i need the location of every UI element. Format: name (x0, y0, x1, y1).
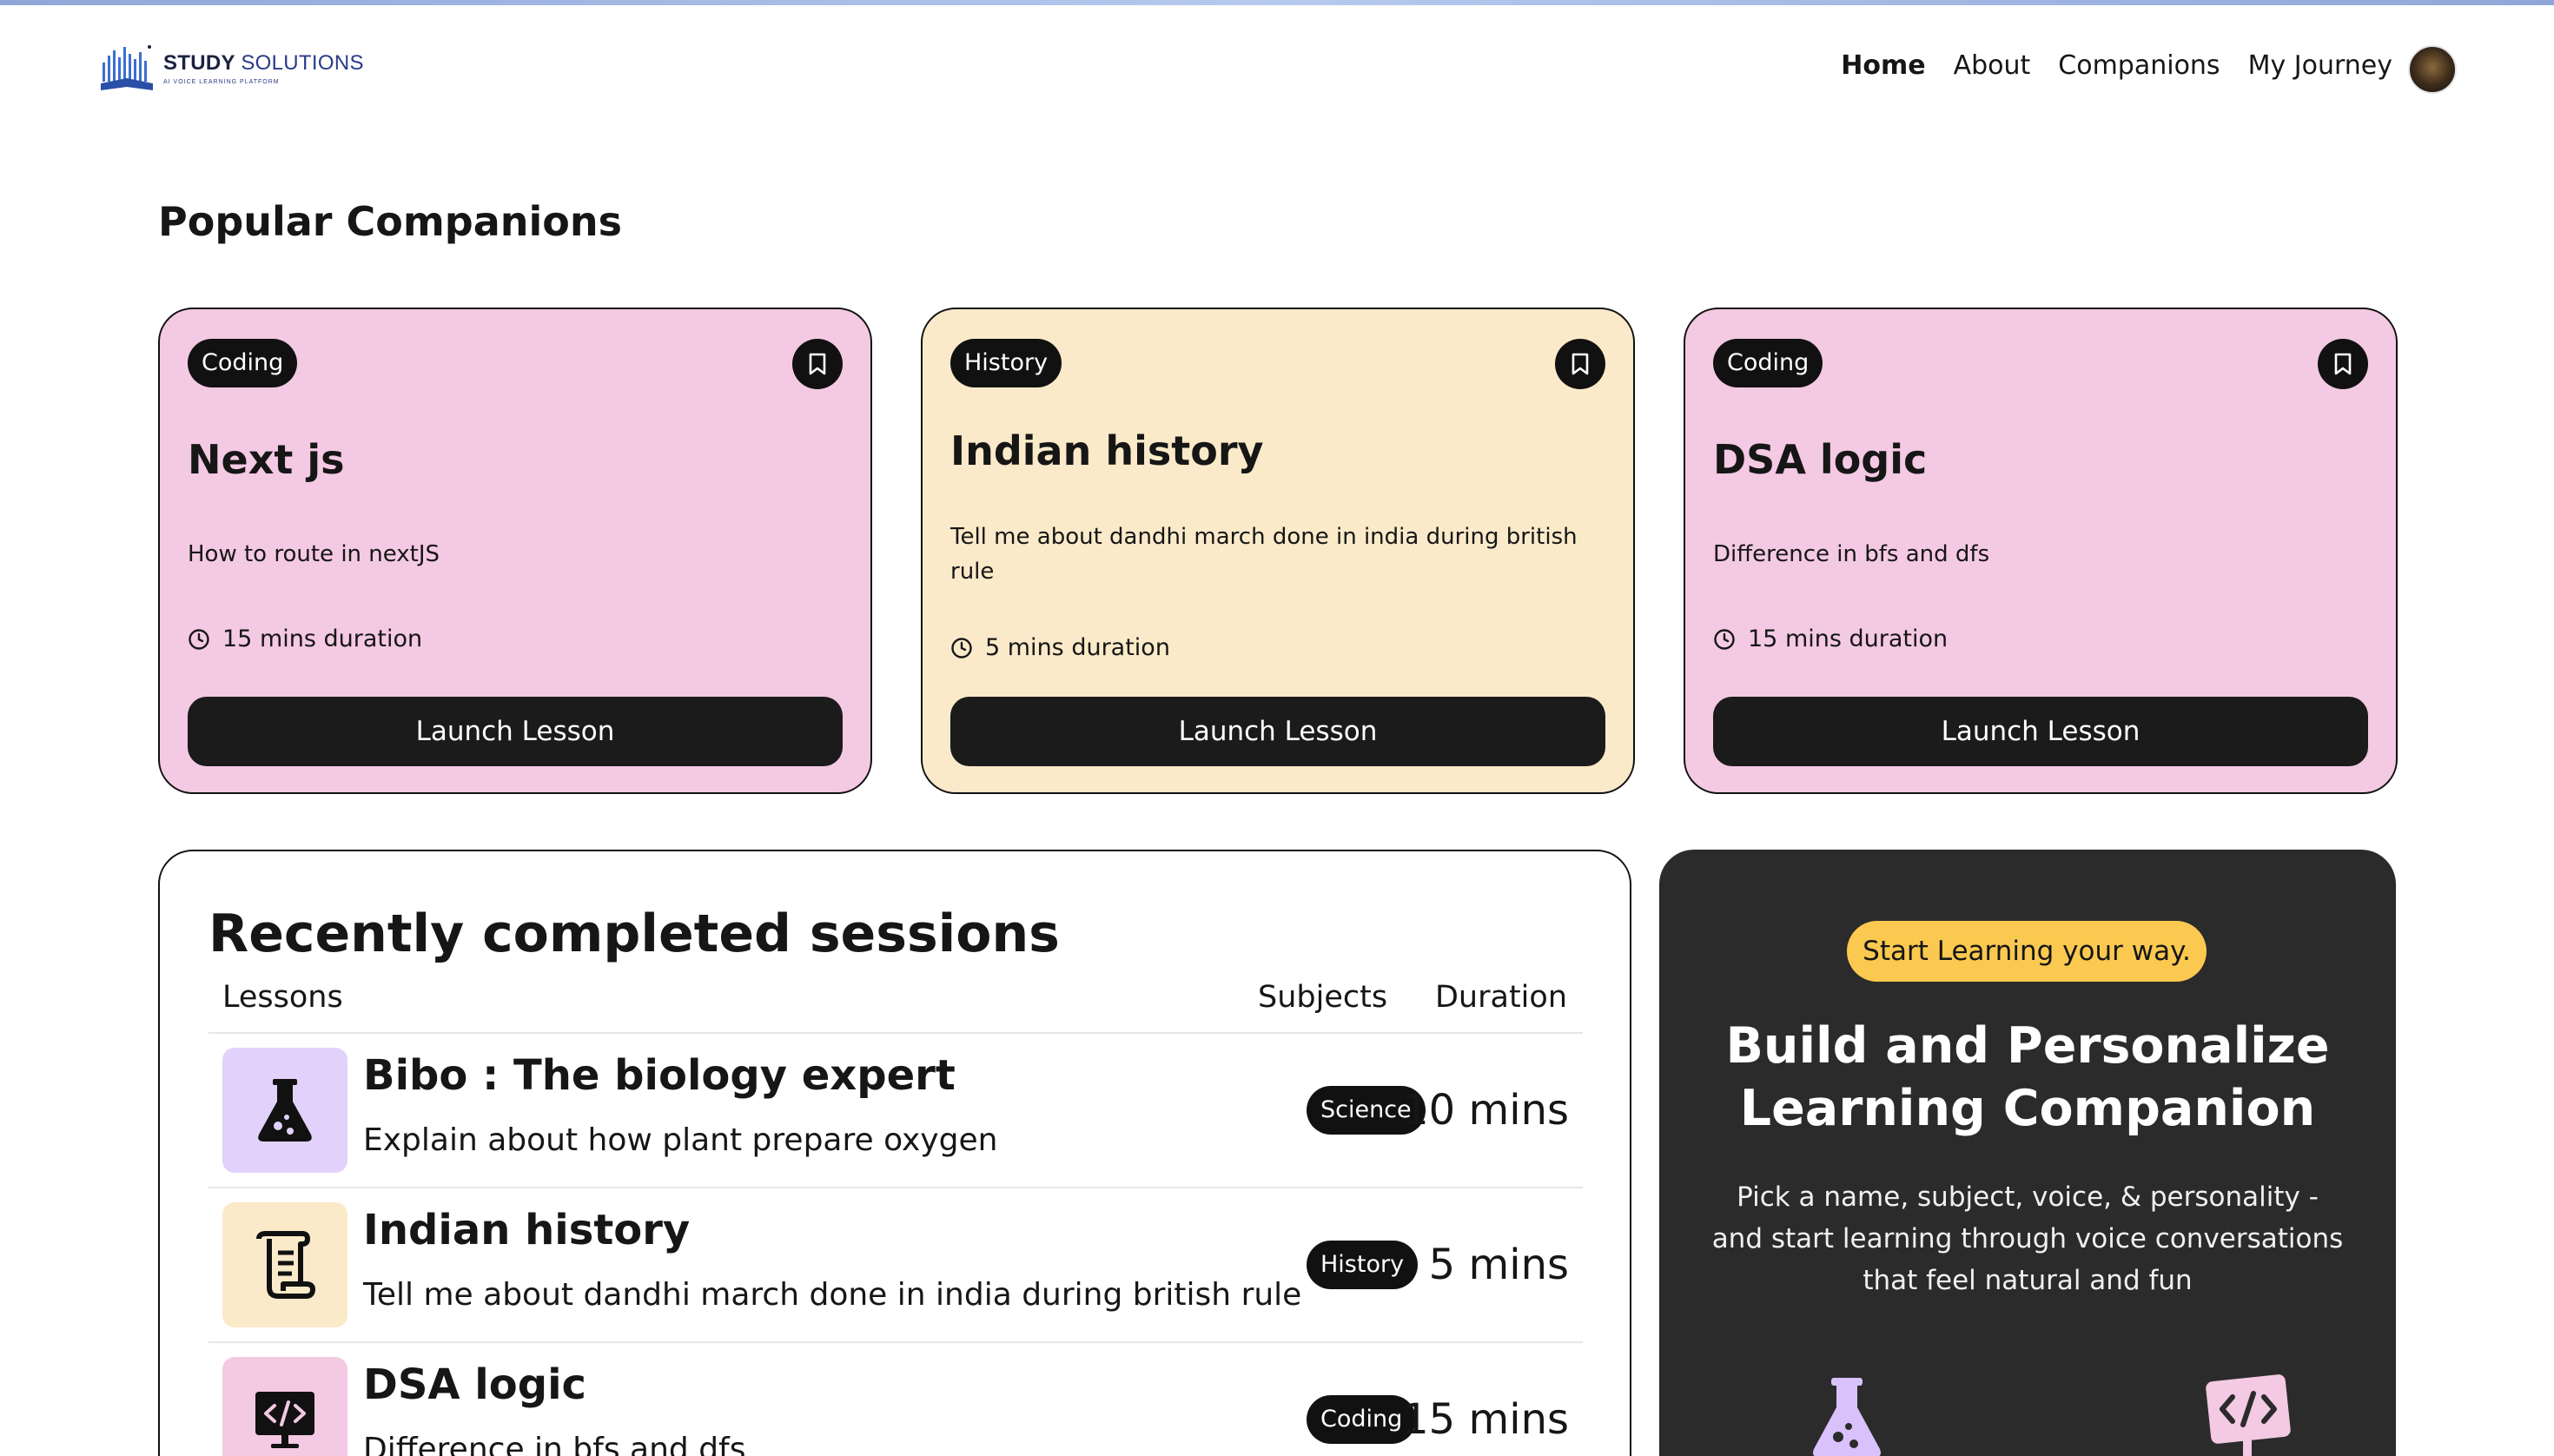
code-board-icon (2203, 1374, 2293, 1456)
companion-duration: 15 mins duration (1713, 625, 1948, 652)
bookmark-icon (2334, 353, 2352, 375)
launch-lesson-button[interactable]: Launch Lesson (188, 697, 843, 766)
companion-topic: How to route in nextJS (188, 541, 440, 567)
session-topic: Explain about how plant prepare oxygen (363, 1122, 998, 1158)
cta-title: Build and Personalize Learning Companion (1725, 1017, 2330, 1137)
logo-bars-icon (99, 40, 155, 96)
recent-sessions-title: Recently completed sessions (208, 903, 1060, 964)
bookmark-button[interactable] (2318, 339, 2368, 389)
launch-lesson-button[interactable]: Launch Lesson (1713, 697, 2368, 766)
subject-badge: Coding (1307, 1395, 1417, 1444)
flask-icon (1805, 1374, 1889, 1456)
flask-icon (222, 1048, 347, 1173)
session-topic: Difference in bfs and dfs (363, 1432, 746, 1456)
subject-badge: History (1307, 1241, 1419, 1289)
clock-icon (951, 637, 972, 659)
duration-text: 15 mins duration (1748, 625, 1949, 652)
brand-name: STUDY SOLUTIONS (163, 51, 364, 76)
session-name: Bibo : The biology expert (363, 1051, 956, 1100)
companion-card: History Indian history Tell me about dan… (921, 308, 1635, 794)
popular-companions-title: Popular Companions (158, 198, 623, 245)
session-name: DSA logic (363, 1360, 586, 1409)
bookmark-icon (1571, 353, 1589, 375)
brand-tagline: AI VOICE LEARNING PLATFORM (163, 78, 280, 85)
nav-links: Home About Companions My Journey (1841, 50, 2392, 81)
user-avatar[interactable] (2408, 45, 2457, 94)
session-name: Indian history (363, 1206, 691, 1254)
clock-icon (189, 628, 209, 650)
nav-about[interactable]: About (1954, 50, 2031, 81)
session-duration: 15 mins (1402, 1395, 1569, 1444)
column-header-subjects: Subjects (1258, 980, 1388, 1015)
nav-companions[interactable]: Companions (2058, 50, 2220, 81)
launch-lesson-button[interactable]: Launch Lesson (950, 697, 1605, 766)
session-duration: 5 mins (1428, 1241, 1569, 1289)
companion-card: Coding DSA logic Difference in bfs and d… (1684, 308, 2398, 794)
bookmark-button[interactable] (1555, 339, 1605, 389)
recent-sessions-panel: Recently completed sessions Lessons Subj… (158, 850, 1631, 1456)
subject-badge: Coding (188, 339, 298, 387)
subject-badge: History (950, 339, 1062, 387)
clock-icon (1714, 628, 1735, 650)
logo[interactable]: STUDY SOLUTIONS AI VOICE LEARNING PLATFO… (99, 40, 364, 96)
brand-name-light: SOLUTIONS (241, 50, 364, 75)
session-row[interactable]: DSA logic Difference in bfs and dfs Codi… (208, 1341, 1583, 1456)
companion-topic: Tell me about dandhi march done in india… (950, 524, 1578, 585)
nav-home[interactable]: Home (1841, 50, 1925, 81)
session-topic: Tell me about dandhi march done in india… (363, 1277, 1302, 1313)
session-row[interactable]: Bibo : The biology expert Explain about … (208, 1032, 1583, 1187)
scroll-icon (222, 1202, 347, 1327)
subject-badge: Coding (1713, 339, 1823, 387)
companion-name: DSA logic (1713, 436, 1928, 483)
code-monitor-icon (222, 1357, 347, 1456)
companion-duration: 5 mins duration (950, 634, 1170, 661)
bookmark-icon (809, 353, 826, 375)
nav-my-journey[interactable]: My Journey (2248, 50, 2392, 81)
brand-name-bold: STUDY (163, 50, 235, 75)
duration-text: 5 mins duration (985, 634, 1170, 661)
column-header-lessons: Lessons (222, 980, 343, 1015)
cta-description: Pick a name, subject, voice, & personali… (1711, 1181, 2344, 1296)
session-duration: 10 mins (1402, 1086, 1569, 1135)
navbar: STUDY SOLUTIONS AI VOICE LEARNING PLATFO… (0, 5, 2554, 127)
companion-card: Coding Next js How to route in nextJS 15… (158, 308, 872, 794)
session-row[interactable]: Indian history Tell me about dandhi marc… (208, 1187, 1583, 1341)
bookmark-button[interactable] (792, 339, 843, 389)
cta-panel: Start Learning your way. Build and Perso… (1659, 850, 2396, 1456)
cta-pill: Start Learning your way. (1847, 921, 2207, 982)
duration-text: 15 mins duration (222, 625, 423, 652)
companion-topic: Difference in bfs and dfs (1713, 541, 1990, 567)
column-header-duration: Duration (1434, 980, 1567, 1015)
companion-duration: 15 mins duration (188, 625, 422, 652)
companion-name: Indian history (950, 427, 1264, 474)
companion-name: Next js (188, 436, 345, 483)
